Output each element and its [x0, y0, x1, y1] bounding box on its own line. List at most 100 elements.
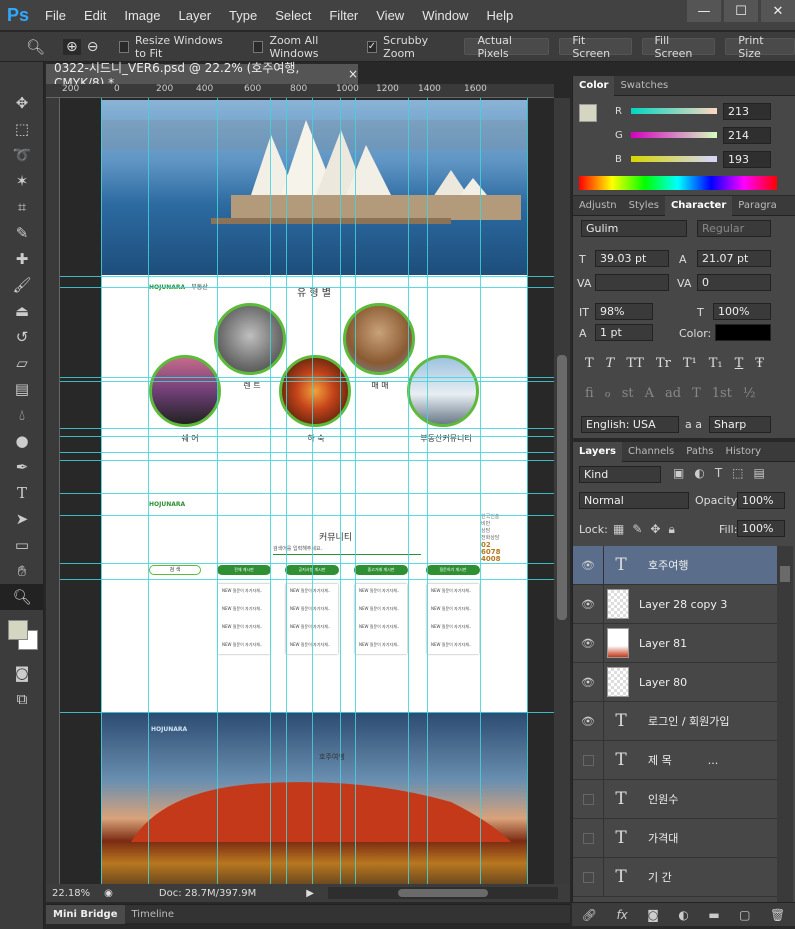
blur-tool-icon[interactable]: 💧︎: [0, 402, 44, 428]
checkmark-icon[interactable]: ✓: [366, 40, 378, 53]
zoom-tool-icon[interactable]: 🔍︎: [0, 584, 44, 610]
quick-mask-icon[interactable]: ◙: [0, 660, 44, 686]
small-caps-icon[interactable]: Tr: [656, 356, 671, 371]
superscript-icon[interactable]: T¹: [683, 356, 697, 371]
stylistic-icon[interactable]: ad: [665, 386, 681, 401]
opacity-field[interactable]: 100%: [737, 492, 785, 509]
tab-styles[interactable]: Styles: [623, 196, 665, 216]
menu-type[interactable]: Type: [220, 8, 266, 23]
visibility-eye-icon[interactable]: 👁︎: [573, 546, 604, 585]
list-item[interactable]: NEW 질문이 자기자체..: [222, 642, 266, 648]
fx-icon[interactable]: fx: [616, 908, 627, 922]
zoom-all-windows-check[interactable]: Zoom All Windows: [253, 34, 355, 60]
layer-filter-kind[interactable]: Kind: [579, 466, 661, 483]
blue-track[interactable]: [631, 156, 717, 162]
menu-window[interactable]: Window: [413, 8, 477, 23]
canvas[interactable]: HOJUNARA 부동산 유 형 별 렌 트 매 매 쉐 어 하 숙 부동산커뮤…: [101, 100, 527, 884]
document-tab[interactable]: 0322-시드니_VER6.psd @ 22.2% (호주여행, CMYK/8)…: [46, 61, 358, 90]
layer-row[interactable]: T 가격대: [573, 818, 788, 858]
shape-filter-icon[interactable]: ⬚: [732, 466, 743, 480]
status-arrow-icon[interactable]: ▶: [306, 888, 314, 899]
ligature-icon[interactable]: fi: [585, 386, 594, 401]
magic-wand-icon[interactable]: ✶: [0, 168, 44, 194]
adjustment-filter-icon[interactable]: ◐: [694, 466, 704, 480]
horizontal-scrollbar[interactable]: [327, 887, 558, 899]
visibility-empty-box[interactable]: [573, 818, 604, 858]
list-item[interactable]: NEW 질문이 자기자체..: [431, 606, 475, 612]
resize-windows-check[interactable]: Resize Windows to Fit: [118, 34, 236, 60]
green-slider[interactable]: G 214: [615, 126, 795, 144]
visibility-eye-icon[interactable]: 👁︎: [573, 623, 604, 663]
zoom-out-icon[interactable]: ⊖: [87, 39, 99, 55]
titling-icon[interactable]: T: [692, 386, 701, 401]
scrollbar-thumb[interactable]: [557, 355, 567, 620]
scrubby-zoom-check[interactable]: ✓ Scrubby Zoom: [366, 34, 451, 60]
add-mask-icon[interactable]: ◙: [647, 908, 659, 922]
gradient-icon[interactable]: ▤: [0, 376, 44, 402]
foreground-color[interactable]: [8, 620, 28, 640]
visibility-empty-box[interactable]: [573, 779, 604, 819]
lasso-tool-icon[interactable]: ➰: [0, 142, 44, 168]
menu-image[interactable]: Image: [115, 8, 169, 23]
tab-history[interactable]: History: [719, 442, 767, 462]
category-button[interactable]: 중고거래 게시판: [354, 565, 408, 575]
green-track[interactable]: [631, 132, 717, 138]
search-input[interactable]: 검색어를 입력해주세요.: [273, 545, 421, 555]
ordinal-icon[interactable]: 1st: [712, 386, 732, 401]
zoom-level[interactable]: 22.18%: [52, 888, 90, 899]
list-item[interactable]: NEW 질문이 자기자체..: [222, 606, 266, 612]
new-layer-icon[interactable]: ▢: [739, 908, 750, 922]
hand-tool-icon[interactable]: ✋︎: [0, 558, 44, 584]
adjustment-layer-icon[interactable]: ◐: [678, 908, 688, 922]
list-item[interactable]: NEW 질문이 자기자체..: [359, 642, 403, 648]
restore-button[interactable]: ☐: [724, 0, 758, 22]
text-color-swatch[interactable]: [715, 324, 771, 341]
menu-help[interactable]: Help: [477, 8, 522, 23]
list-item[interactable]: NEW 질문이 자기자체..: [222, 624, 266, 630]
faux-bold-icon[interactable]: T: [585, 356, 594, 371]
red-slider[interactable]: R 213: [615, 102, 795, 120]
fit-screen-button[interactable]: Fit Screen: [559, 34, 632, 60]
subscript-icon[interactable]: T₁: [709, 356, 723, 371]
hscroll-thumb[interactable]: [397, 889, 488, 897]
zoom-in-icon[interactable]: ⊕: [63, 38, 81, 55]
clone-stamp-icon[interactable]: ⏏: [0, 298, 44, 324]
history-brush-icon[interactable]: ↺: [0, 324, 44, 350]
layer-row[interactable]: T 인원수: [573, 779, 788, 819]
color-spectrum[interactable]: [579, 176, 777, 190]
tab-mini-bridge[interactable]: Mini Bridge: [46, 904, 125, 924]
swash-icon[interactable]: A: [645, 386, 654, 401]
fraction-icon[interactable]: ½: [743, 386, 756, 401]
category-button[interactable]: 전체 게시판: [217, 565, 271, 575]
font-style-select[interactable]: Regular: [697, 220, 771, 237]
tab-channels[interactable]: Channels: [622, 442, 680, 462]
layer-row[interactable]: T 제 목 ...: [573, 740, 788, 780]
horizontal-scale-field[interactable]: 100%: [713, 303, 771, 320]
list-item[interactable]: NEW 질문이 자기자체..: [359, 606, 403, 612]
status-icon[interactable]: ◉: [104, 888, 113, 899]
strikethrough-icon[interactable]: Ŧ: [755, 356, 764, 371]
discretionary-icon[interactable]: st: [622, 386, 634, 401]
visibility-eye-icon[interactable]: 👁︎: [573, 662, 604, 702]
menu-select[interactable]: Select: [266, 8, 320, 23]
healing-brush-icon[interactable]: ✚: [0, 246, 44, 272]
tab-timeline[interactable]: Timeline: [125, 905, 182, 924]
marquee-tool-icon[interactable]: ⬚: [0, 116, 44, 142]
blue-value[interactable]: 193: [723, 150, 771, 168]
shape-tool-icon[interactable]: ▭: [0, 532, 44, 558]
tab-layers[interactable]: Layers: [573, 441, 622, 462]
menu-edit[interactable]: Edit: [75, 8, 115, 23]
list-item[interactable]: NEW 질문이 자기자체..: [431, 588, 475, 594]
tab-adjustments[interactable]: Adjustn: [573, 196, 623, 216]
print-size-button[interactable]: Print Size: [725, 34, 795, 60]
contextual-icon[interactable]: ℴ: [605, 386, 611, 401]
kerning-field[interactable]: [595, 274, 669, 291]
tab-paragraph[interactable]: Paragra: [732, 196, 783, 216]
lock-pixels-icon[interactable]: ✎: [632, 522, 642, 537]
visibility-empty-box[interactable]: [573, 740, 604, 780]
path-selection-icon[interactable]: ➤: [0, 506, 44, 532]
type-tool-icon[interactable]: T: [0, 480, 44, 506]
close-button[interactable]: ✕: [761, 0, 795, 22]
list-item[interactable]: NEW 질문이 자기자체..: [359, 588, 403, 594]
red-value[interactable]: 213: [723, 102, 771, 120]
